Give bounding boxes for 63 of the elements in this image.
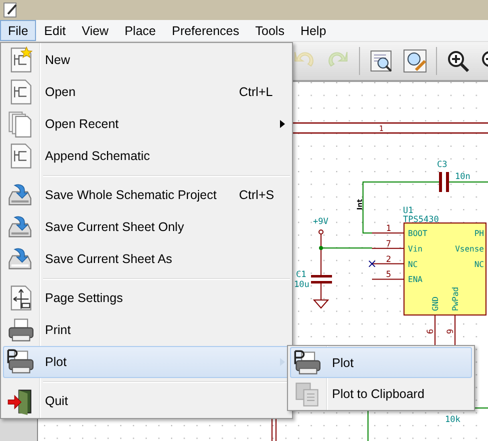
menu-bar-item[interactable]: Place <box>116 20 164 41</box>
menu-item[interactable]: Plot <box>3 346 290 378</box>
shortcut-label: Ctrl+L <box>239 85 273 99</box>
menu-bar-item[interactable]: View <box>74 20 117 41</box>
menu-item[interactable]: Print <box>3 314 290 346</box>
pin-number: 5 <box>386 270 392 280</box>
pin-line <box>372 232 404 234</box>
zoom-page-icon[interactable] <box>368 48 394 74</box>
pin-name: NC <box>474 260 484 269</box>
menu-item[interactable]: Append Schematic <box>3 140 290 172</box>
pin-number: 7 <box>386 239 392 250</box>
sheet-border-line <box>272 418 276 441</box>
menu-item[interactable]: Page Settings <box>3 282 290 314</box>
menu-item[interactable]: New <box>3 44 290 76</box>
pin-number: 9 <box>446 328 456 334</box>
power-label: +9V <box>313 217 328 227</box>
menu-item[interactable]: Plot to Clipboard <box>290 378 472 409</box>
pin-name: ENA <box>408 275 422 284</box>
exit-door-icon <box>6 387 34 415</box>
component-reference: C1 <box>296 270 306 280</box>
menu-item[interactable]: Plot <box>290 347 472 378</box>
pin-name: PH <box>474 229 484 238</box>
plotter-icon <box>6 348 34 376</box>
menu-bar-item[interactable]: Edit <box>36 20 74 41</box>
pin-name: BOOT <box>408 229 428 238</box>
zoom-in-icon[interactable] <box>445 48 471 74</box>
pin-name: NC <box>408 260 418 269</box>
pin-line <box>372 263 404 264</box>
pin-name: Vin <box>408 244 422 254</box>
menu-bar-item[interactable]: Help <box>292 20 334 41</box>
menu-bar-item[interactable]: Tools <box>247 20 292 41</box>
app-icon <box>3 2 19 18</box>
shortcut-label: Ctrl+S <box>239 188 274 202</box>
zoom-edit-icon[interactable] <box>402 48 428 74</box>
pin-name: PwPad <box>451 286 460 311</box>
component-value: 10n <box>455 172 470 182</box>
menu-item[interactable]: Open Recent <box>3 108 290 140</box>
pin-number: 1 <box>386 224 392 234</box>
pin-number: 6 <box>426 328 436 334</box>
menu-bar-item[interactable]: File <box>0 20 36 41</box>
clipboard-icon <box>293 380 321 408</box>
pin-line <box>454 314 456 346</box>
printer-icon <box>6 316 34 344</box>
pin-line <box>372 248 404 249</box>
documents-icon <box>6 110 34 138</box>
pin-number: 2 <box>386 254 392 265</box>
menu-item[interactable]: Open Ctrl+L <box>3 76 290 108</box>
pin-name: GND <box>431 296 440 311</box>
pin-line <box>372 278 404 280</box>
menu-item[interactable]: Quit <box>3 385 290 417</box>
pin-line <box>434 314 436 346</box>
menu-item[interactable]: Save Whole Schematic Project Ctrl+S <box>3 179 290 211</box>
menu-item[interactable]: Save Current Sheet Only <box>3 211 290 243</box>
pin-name: Vsense <box>455 244 484 254</box>
capacitor-symbol <box>439 172 449 192</box>
menu-item[interactable]: Save Current Sheet As <box>3 243 290 275</box>
plotter-icon <box>293 348 321 376</box>
component-reference: C3 <box>437 160 448 170</box>
component-value: 10k <box>445 415 460 425</box>
menu-bar-item[interactable]: Preferences <box>164 20 248 41</box>
component-value: 10u <box>294 280 310 290</box>
component-value: TPS5430 <box>403 215 439 225</box>
component-reference: U1 <box>403 206 414 216</box>
